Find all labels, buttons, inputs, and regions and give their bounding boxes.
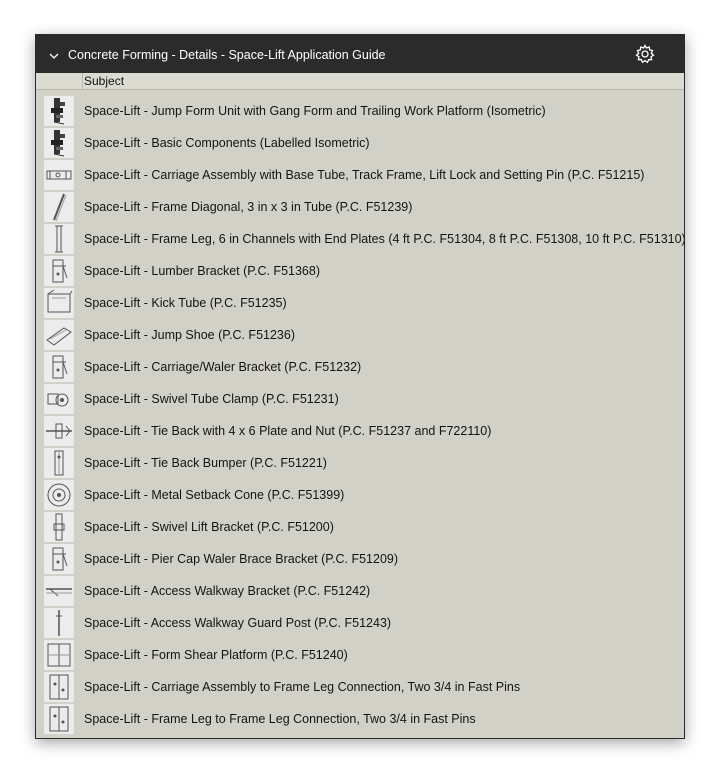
thumbnail-icon <box>44 448 74 478</box>
list-item[interactable]: Space-Lift - Jump Shoe (P.C. F51236) <box>36 319 684 351</box>
list-item-label: Space-Lift - Swivel Lift Bracket (P.C. F… <box>84 520 334 534</box>
list-item-label: Space-Lift - Jump Shoe (P.C. F51236) <box>84 328 295 342</box>
list-item-label: Space-Lift - Tie Back Bumper (P.C. F5122… <box>84 456 327 470</box>
thumbnail-icon <box>44 640 74 670</box>
list-item[interactable]: Space-Lift - Basic Components (Labelled … <box>36 127 684 159</box>
panel-title: Concrete Forming - Details - Space-Lift … <box>68 48 386 62</box>
list-item-label: Space-Lift - Swivel Tube Clamp (P.C. F51… <box>84 392 339 406</box>
list-item[interactable]: Space-Lift - Carriage Assembly to Frame … <box>36 671 684 703</box>
list-item-label: Space-Lift - Carriage/Waler Bracket (P.C… <box>84 360 362 374</box>
list-item[interactable]: Space-Lift - Carriage Assembly with Base… <box>36 159 684 191</box>
list-item-label: Space-Lift - Frame Leg, 6 in Channels wi… <box>84 232 685 246</box>
list-item[interactable]: Space-Lift - Access Walkway Bracket (P.C… <box>36 575 684 607</box>
list-item[interactable]: Space-Lift - Access Walkway Guard Post (… <box>36 607 684 639</box>
thumbnail-icon <box>44 384 74 414</box>
thumbnail-icon <box>44 288 74 318</box>
list-item-label: Space-Lift - Tie Back with 4 x 6 Plate a… <box>84 424 492 438</box>
thumbnail-icon <box>44 96 74 126</box>
thumbnail-icon <box>44 480 74 510</box>
thumbnail-icon <box>44 672 74 702</box>
list-item[interactable]: Space-Lift - Lumber Bracket (P.C. F51368… <box>36 255 684 287</box>
thumbnail-icon <box>44 192 74 222</box>
thumbnail-icon <box>44 160 74 190</box>
list-item-label: Space-Lift - Form Shear Platform (P.C. F… <box>84 648 348 662</box>
list-item-label: Space-Lift - Frame Diagonal, 3 in x 3 in… <box>84 200 413 214</box>
list-item[interactable]: Space-Lift - Tie Back with 4 x 6 Plate a… <box>36 415 684 447</box>
thumbnail-column-header <box>36 73 83 89</box>
list-item-label: Space-Lift - Lumber Bracket (P.C. F51368… <box>84 264 320 278</box>
panel-header[interactable]: Concrete Forming - Details - Space-Lift … <box>36 35 684 73</box>
thumbnail-icon <box>44 224 74 254</box>
thumbnail-icon <box>44 256 74 286</box>
details-panel: Concrete Forming - Details - Space-Lift … <box>35 34 685 739</box>
list-item-label: Space-Lift - Basic Components (Labelled … <box>84 136 370 150</box>
list-item-label: Space-Lift - Access Walkway Guard Post (… <box>84 616 392 630</box>
list-item[interactable]: Space-Lift - Swivel Tube Clamp (P.C. F51… <box>36 383 684 415</box>
list-item[interactable]: Space-Lift - Swivel Lift Bracket (P.C. F… <box>36 511 684 543</box>
thumbnail-icon <box>44 608 74 638</box>
thumbnail-icon <box>44 576 74 606</box>
list-item[interactable]: Space-Lift - Form Shear Platform (P.C. F… <box>36 639 684 671</box>
thumbnail-icon <box>44 128 74 158</box>
thumbnail-icon <box>44 704 74 734</box>
list-item-label: Space-Lift - Carriage Assembly with Base… <box>84 168 645 182</box>
gear-icon[interactable] <box>635 44 655 64</box>
thumbnail-icon <box>44 416 74 446</box>
list-item[interactable]: Space-Lift - Frame Diagonal, 3 in x 3 in… <box>36 191 684 223</box>
list-item[interactable]: Space-Lift - Tie Back Bumper (P.C. F5122… <box>36 447 684 479</box>
subject-column-header[interactable]: Subject <box>84 73 124 89</box>
list-item-label: Space-Lift - Jump Form Unit with Gang Fo… <box>84 104 546 118</box>
list-item-label: Space-Lift - Pier Cap Waler Brace Bracke… <box>84 552 399 566</box>
thumbnail-icon <box>44 512 74 542</box>
list-item[interactable]: Space-Lift - Frame Leg to Frame Leg Conn… <box>36 703 684 735</box>
list-item-label: Space-Lift - Carriage Assembly to Frame … <box>84 680 521 694</box>
list-item-label: Space-Lift - Metal Setback Cone (P.C. F5… <box>84 488 345 502</box>
list-item[interactable]: Space-Lift - Frame Leg, 6 in Channels wi… <box>36 223 684 255</box>
list-item-label: Space-Lift - Kick Tube (P.C. F51235) <box>84 296 287 310</box>
list-item-label: Space-Lift - Access Walkway Bracket (P.C… <box>84 584 371 598</box>
list-item[interactable]: Space-Lift - Jump Form Unit with Gang Fo… <box>36 95 684 127</box>
list-item[interactable]: Space-Lift - Metal Setback Cone (P.C. F5… <box>36 479 684 511</box>
thumbnail-icon <box>44 544 74 574</box>
column-header: Subject <box>36 73 684 90</box>
list-item[interactable]: Space-Lift - Carriage/Waler Bracket (P.C… <box>36 351 684 383</box>
thumbnail-icon <box>44 352 74 382</box>
chevron-down-icon[interactable] <box>48 48 60 59</box>
list-item-label: Space-Lift - Frame Leg to Frame Leg Conn… <box>84 712 476 726</box>
list-item[interactable]: Space-Lift - Pier Cap Waler Brace Bracke… <box>36 543 684 575</box>
thumbnail-icon <box>44 320 74 350</box>
list-item[interactable]: Space-Lift - Kick Tube (P.C. F51235) <box>36 287 684 319</box>
